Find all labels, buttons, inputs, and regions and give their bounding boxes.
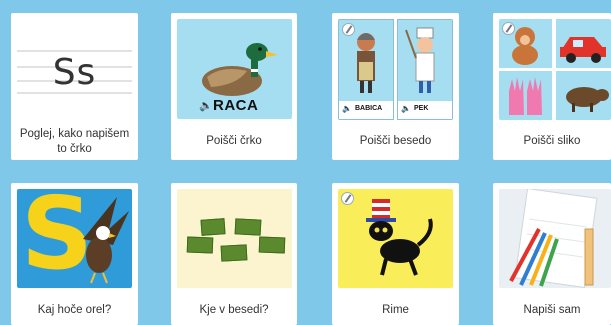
word-tile (234, 218, 262, 236)
duck-thumbnail: 🔈 RACA (177, 19, 292, 119)
panel-bar: 🔈 PEK (398, 101, 452, 119)
card-caption: Kaj hoče orel? (37, 304, 112, 316)
card-find-picture[interactable]: Poišči sliko (493, 13, 611, 160)
card-caption: Rime (382, 304, 409, 316)
card-caption: Poišči sliko (523, 135, 581, 147)
speaker-icon[interactable]: 🔈 (342, 104, 352, 113)
word-tile (186, 236, 214, 254)
cat-icon (366, 199, 433, 276)
speaker-icon[interactable]: 🔈 (401, 104, 411, 113)
card-find-letter[interactable]: 🔈 RACA Poišči črko (171, 13, 297, 160)
tile-boar (556, 71, 611, 120)
word-label: BABICA (355, 105, 383, 112)
speaker-icon[interactable]: 🔈 (199, 99, 213, 113)
word-tile (220, 244, 248, 262)
tile-monkey (499, 19, 552, 68)
tile-gloves (499, 71, 552, 120)
card-where-in-word[interactable]: Kje v besedi? (171, 183, 297, 325)
pin-icon[interactable] (502, 22, 515, 35)
eagle-thumbnail: S (17, 189, 132, 288)
pin-icon[interactable] (342, 23, 355, 36)
car-icon (560, 37, 606, 63)
card-caption: Napiši sam (523, 304, 581, 316)
card-caption: Poišči črko (206, 135, 262, 147)
card-caption: Kje v besedi? (199, 304, 269, 316)
panel-baker: 🔈 PEK (397, 19, 453, 120)
pencils-icon (509, 189, 598, 288)
word-label: PEK (414, 105, 429, 112)
panel-grandma: 🔈 BABICA (338, 19, 394, 120)
card-eagle[interactable]: S Kaj hoče orel? (11, 183, 138, 325)
baker-icon (405, 27, 435, 93)
word-tile (200, 218, 226, 236)
letter-sample: Ss (52, 52, 97, 93)
rhymes-thumbnail (338, 189, 453, 288)
word-tiles-thumbnail (177, 189, 292, 288)
eagle-icon (83, 197, 129, 284)
word-label: RACA (213, 97, 259, 114)
write-thumbnail (499, 189, 611, 288)
letter-writing-thumbnail: Ss (17, 19, 132, 119)
card-caption: Poišči besedo (359, 135, 432, 147)
picture-grid-thumbnail (499, 19, 611, 120)
boar-icon (566, 87, 609, 112)
gloves-icon (509, 77, 542, 115)
word-panels-thumbnail: 🔈 BABICA 🔈 PEK (338, 19, 453, 120)
word-tile (258, 236, 286, 254)
card-letter-writing[interactable]: Ss Poglej, kako napišem to črko (11, 13, 138, 160)
card-caption: Poglej, kako napišem to črko (19, 128, 130, 155)
card-rhymes[interactable]: Rime (332, 183, 459, 325)
card-find-word[interactable]: 🔈 BABICA 🔈 PEK Poišči besedo (332, 13, 459, 160)
card-write-yourself[interactable]: Napiši sam (493, 183, 611, 325)
panel-bar: 🔈 BABICA (339, 101, 393, 119)
pin-icon[interactable] (341, 192, 354, 205)
tile-car (556, 19, 611, 68)
